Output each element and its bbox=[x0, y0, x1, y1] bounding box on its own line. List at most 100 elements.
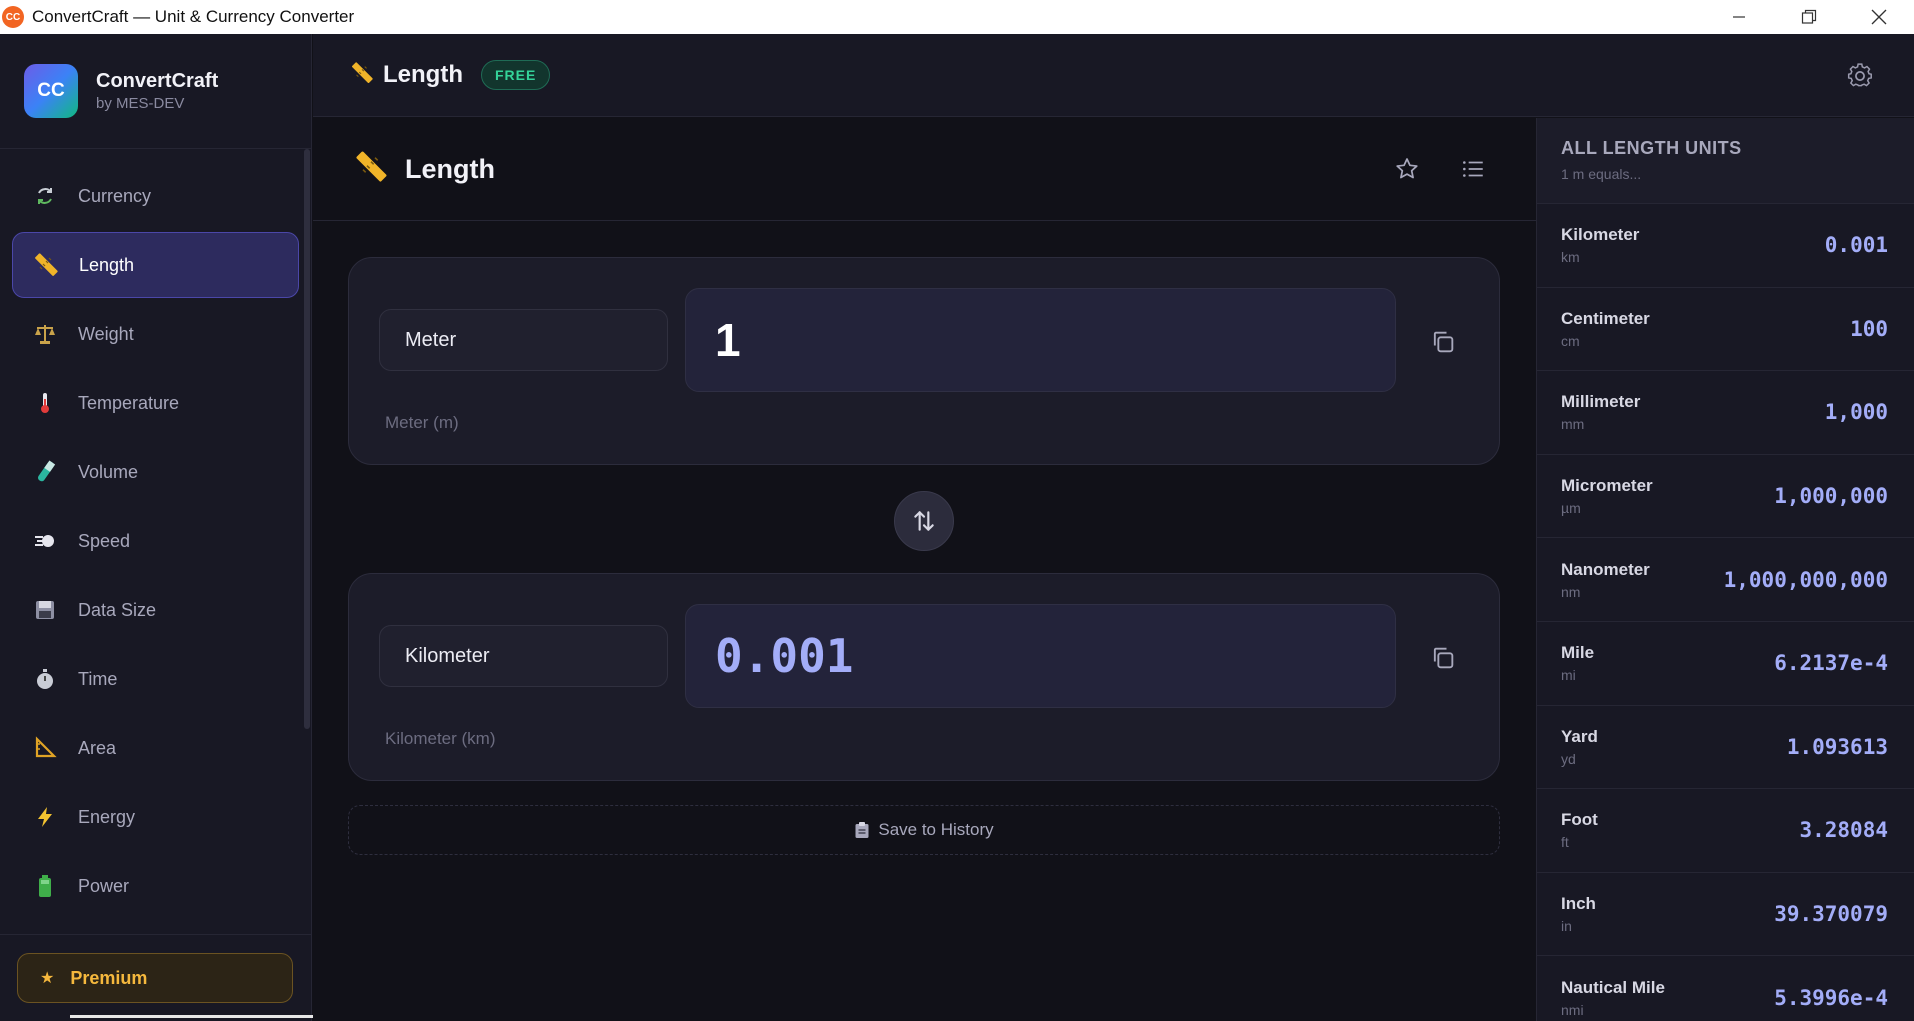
unit-value: 1.093613 bbox=[1786, 734, 1888, 759]
sidebar-item-temperature[interactable]: Temperature bbox=[12, 370, 299, 436]
battery-icon bbox=[32, 873, 58, 899]
to-unit-select[interactable]: Kilometer bbox=[379, 625, 668, 687]
sidebar-item-label: Area bbox=[78, 737, 117, 758]
premium-label: Premium bbox=[70, 967, 148, 988]
window-title: ConvertCraft — Unit & Currency Converter bbox=[32, 7, 355, 26]
sidebar-nav: Currency Length Weight Temperature Volum… bbox=[0, 149, 311, 919]
sidebar-item-label: Currency bbox=[78, 185, 152, 206]
unit-row-mile[interactable]: Mile mi 6.2137e-4 bbox=[1537, 622, 1914, 706]
settings-button[interactable] bbox=[1846, 62, 1874, 90]
copy-from-button[interactable] bbox=[1429, 328, 1457, 356]
brand-name: ConvertCraft bbox=[96, 70, 219, 92]
list-icon bbox=[1463, 161, 1483, 177]
panel-title: ALL LENGTH UNITS bbox=[1561, 138, 1742, 158]
sidebar-item-label: Temperature bbox=[78, 392, 180, 413]
sidebar-item-speed[interactable]: Speed bbox=[12, 508, 299, 574]
close-icon bbox=[1871, 9, 1887, 25]
main-content: Length Meter 1 Meter (m) Kilometer 0.001… bbox=[313, 118, 1536, 1021]
stopwatch-icon bbox=[32, 666, 58, 692]
converter-header: Length bbox=[313, 118, 1536, 221]
floppy-disk-icon bbox=[32, 597, 58, 623]
unit-row-kilometer[interactable]: Kilometer km 0.001 bbox=[1537, 204, 1914, 288]
unit-row-millimeter[interactable]: Millimeter mm 1,000 bbox=[1537, 371, 1914, 455]
unit-row-foot[interactable]: Foot ft 3.28084 bbox=[1537, 789, 1914, 873]
sidebar-item-length[interactable]: Length bbox=[12, 232, 299, 298]
save-history-label: Save to History bbox=[878, 820, 994, 839]
panel-subtitle: 1 m equals... bbox=[1561, 166, 1642, 182]
unit-value: 1,000,000,000 bbox=[1723, 567, 1888, 592]
unit-row-nautical-mile[interactable]: Nautical Mile nmi 5.3996e-4 bbox=[1537, 956, 1914, 1021]
to-unit-caption: Kilometer (km) bbox=[385, 729, 496, 748]
unit-row-nanometer[interactable]: Nanometer nm 1,000,000,000 bbox=[1537, 538, 1914, 622]
lightning-icon bbox=[32, 804, 58, 830]
premium-button[interactable]: ★ Premium bbox=[17, 953, 293, 1003]
unit-row-centimeter[interactable]: Centimeter cm 100 bbox=[1537, 288, 1914, 372]
test-tube-icon bbox=[32, 459, 58, 485]
sidebar-item-power[interactable]: Power bbox=[12, 853, 299, 919]
favorite-button[interactable] bbox=[1394, 156, 1422, 184]
sidebar-item-label: Volume bbox=[78, 461, 139, 482]
unit-row-inch[interactable]: Inch in 39.370079 bbox=[1537, 873, 1914, 957]
sidebar-item-energy[interactable]: Energy bbox=[12, 784, 299, 850]
swap-arrows-icon bbox=[914, 511, 934, 531]
from-unit-caption: Meter (m) bbox=[385, 413, 459, 432]
sidebar-scrollbar[interactable] bbox=[304, 149, 310, 729]
star-outline-icon bbox=[1396, 158, 1418, 179]
sidebar-item-volume[interactable]: Volume bbox=[12, 439, 299, 505]
ruler-icon bbox=[351, 61, 373, 89]
brand: CC ConvertCraft by MES-DEV bbox=[0, 34, 311, 149]
from-value-input[interactable]: 1 bbox=[685, 288, 1396, 392]
swap-units-button[interactable] bbox=[894, 491, 954, 551]
list-view-button[interactable] bbox=[1460, 156, 1488, 184]
ruler-icon bbox=[33, 252, 59, 278]
unit-value: 5.3996e-4 bbox=[1774, 985, 1888, 1010]
star-icon: ★ bbox=[40, 970, 55, 987]
sidebar-item-currency[interactable]: Currency bbox=[12, 163, 299, 229]
restore-icon bbox=[1801, 9, 1817, 24]
triangle-ruler-icon bbox=[32, 735, 58, 761]
to-card: Kilometer 0.001 Kilometer (km) bbox=[348, 573, 1500, 781]
header-title: Length bbox=[383, 61, 463, 88]
panel-header: ALL LENGTH UNITS 1 m equals... bbox=[1537, 118, 1914, 204]
thermometer-icon bbox=[32, 390, 58, 416]
scales-icon bbox=[32, 321, 58, 347]
close-button[interactable] bbox=[1844, 0, 1914, 34]
unit-value: 3.28084 bbox=[1799, 818, 1888, 843]
from-unit-select[interactable]: Meter bbox=[379, 309, 668, 371]
sidebar-item-label: Energy bbox=[78, 806, 136, 827]
gear-icon bbox=[1847, 63, 1872, 87]
sidebar-item-area[interactable]: Area bbox=[12, 715, 299, 781]
sidebar: CC ConvertCraft by MES-DEV Currency Leng… bbox=[0, 34, 505, 1021]
unit-row-micrometer[interactable]: Micrometer µm 1,000,000 bbox=[1537, 455, 1914, 539]
save-history-button[interactable]: Save to History bbox=[348, 805, 1500, 855]
sidebar-item-weight[interactable]: Weight bbox=[12, 301, 299, 367]
copy-icon bbox=[1433, 331, 1454, 353]
brand-text: ConvertCraft by MES-DEV bbox=[96, 70, 218, 112]
unit-value: 6.2137e-4 bbox=[1774, 651, 1888, 676]
from-card: Meter 1 Meter (m) bbox=[348, 257, 1500, 465]
top-header: Length FREE bbox=[313, 34, 1914, 117]
to-value-output[interactable]: 0.001 bbox=[685, 604, 1396, 708]
currency-exchange-icon bbox=[32, 183, 58, 209]
unit-row-yard[interactable]: Yard yd 1.093613 bbox=[1537, 706, 1914, 790]
sidebar-item-time[interactable]: Time bbox=[12, 646, 299, 712]
free-badge: FREE bbox=[480, 60, 551, 90]
all-units-panel: ALL LENGTH UNITS 1 m equals... Kilometer… bbox=[1536, 118, 1914, 1021]
unit-value: 1,000 bbox=[1824, 400, 1888, 425]
sidebar-item-label: Data Size bbox=[78, 599, 157, 620]
minimize-button[interactable] bbox=[1704, 0, 1774, 34]
unit-value: 100 bbox=[1850, 316, 1888, 341]
unit-value: 1,000,000 bbox=[1774, 484, 1888, 509]
unit-value: 39.370079 bbox=[1774, 902, 1888, 927]
restore-button[interactable] bbox=[1774, 0, 1844, 34]
minimize-icon bbox=[1733, 16, 1745, 18]
copy-result-button[interactable] bbox=[1429, 644, 1457, 672]
sidebar-item-data-size[interactable]: Data Size bbox=[12, 577, 299, 643]
copy-icon bbox=[1433, 647, 1454, 669]
sidebar-item-label: Speed bbox=[78, 530, 131, 551]
window-controls bbox=[1704, 0, 1914, 34]
sidebar-item-label: Length bbox=[79, 254, 135, 275]
brand-logo: CC bbox=[24, 64, 78, 118]
dash-icon bbox=[32, 528, 58, 554]
sidebar-divider bbox=[0, 934, 312, 935]
